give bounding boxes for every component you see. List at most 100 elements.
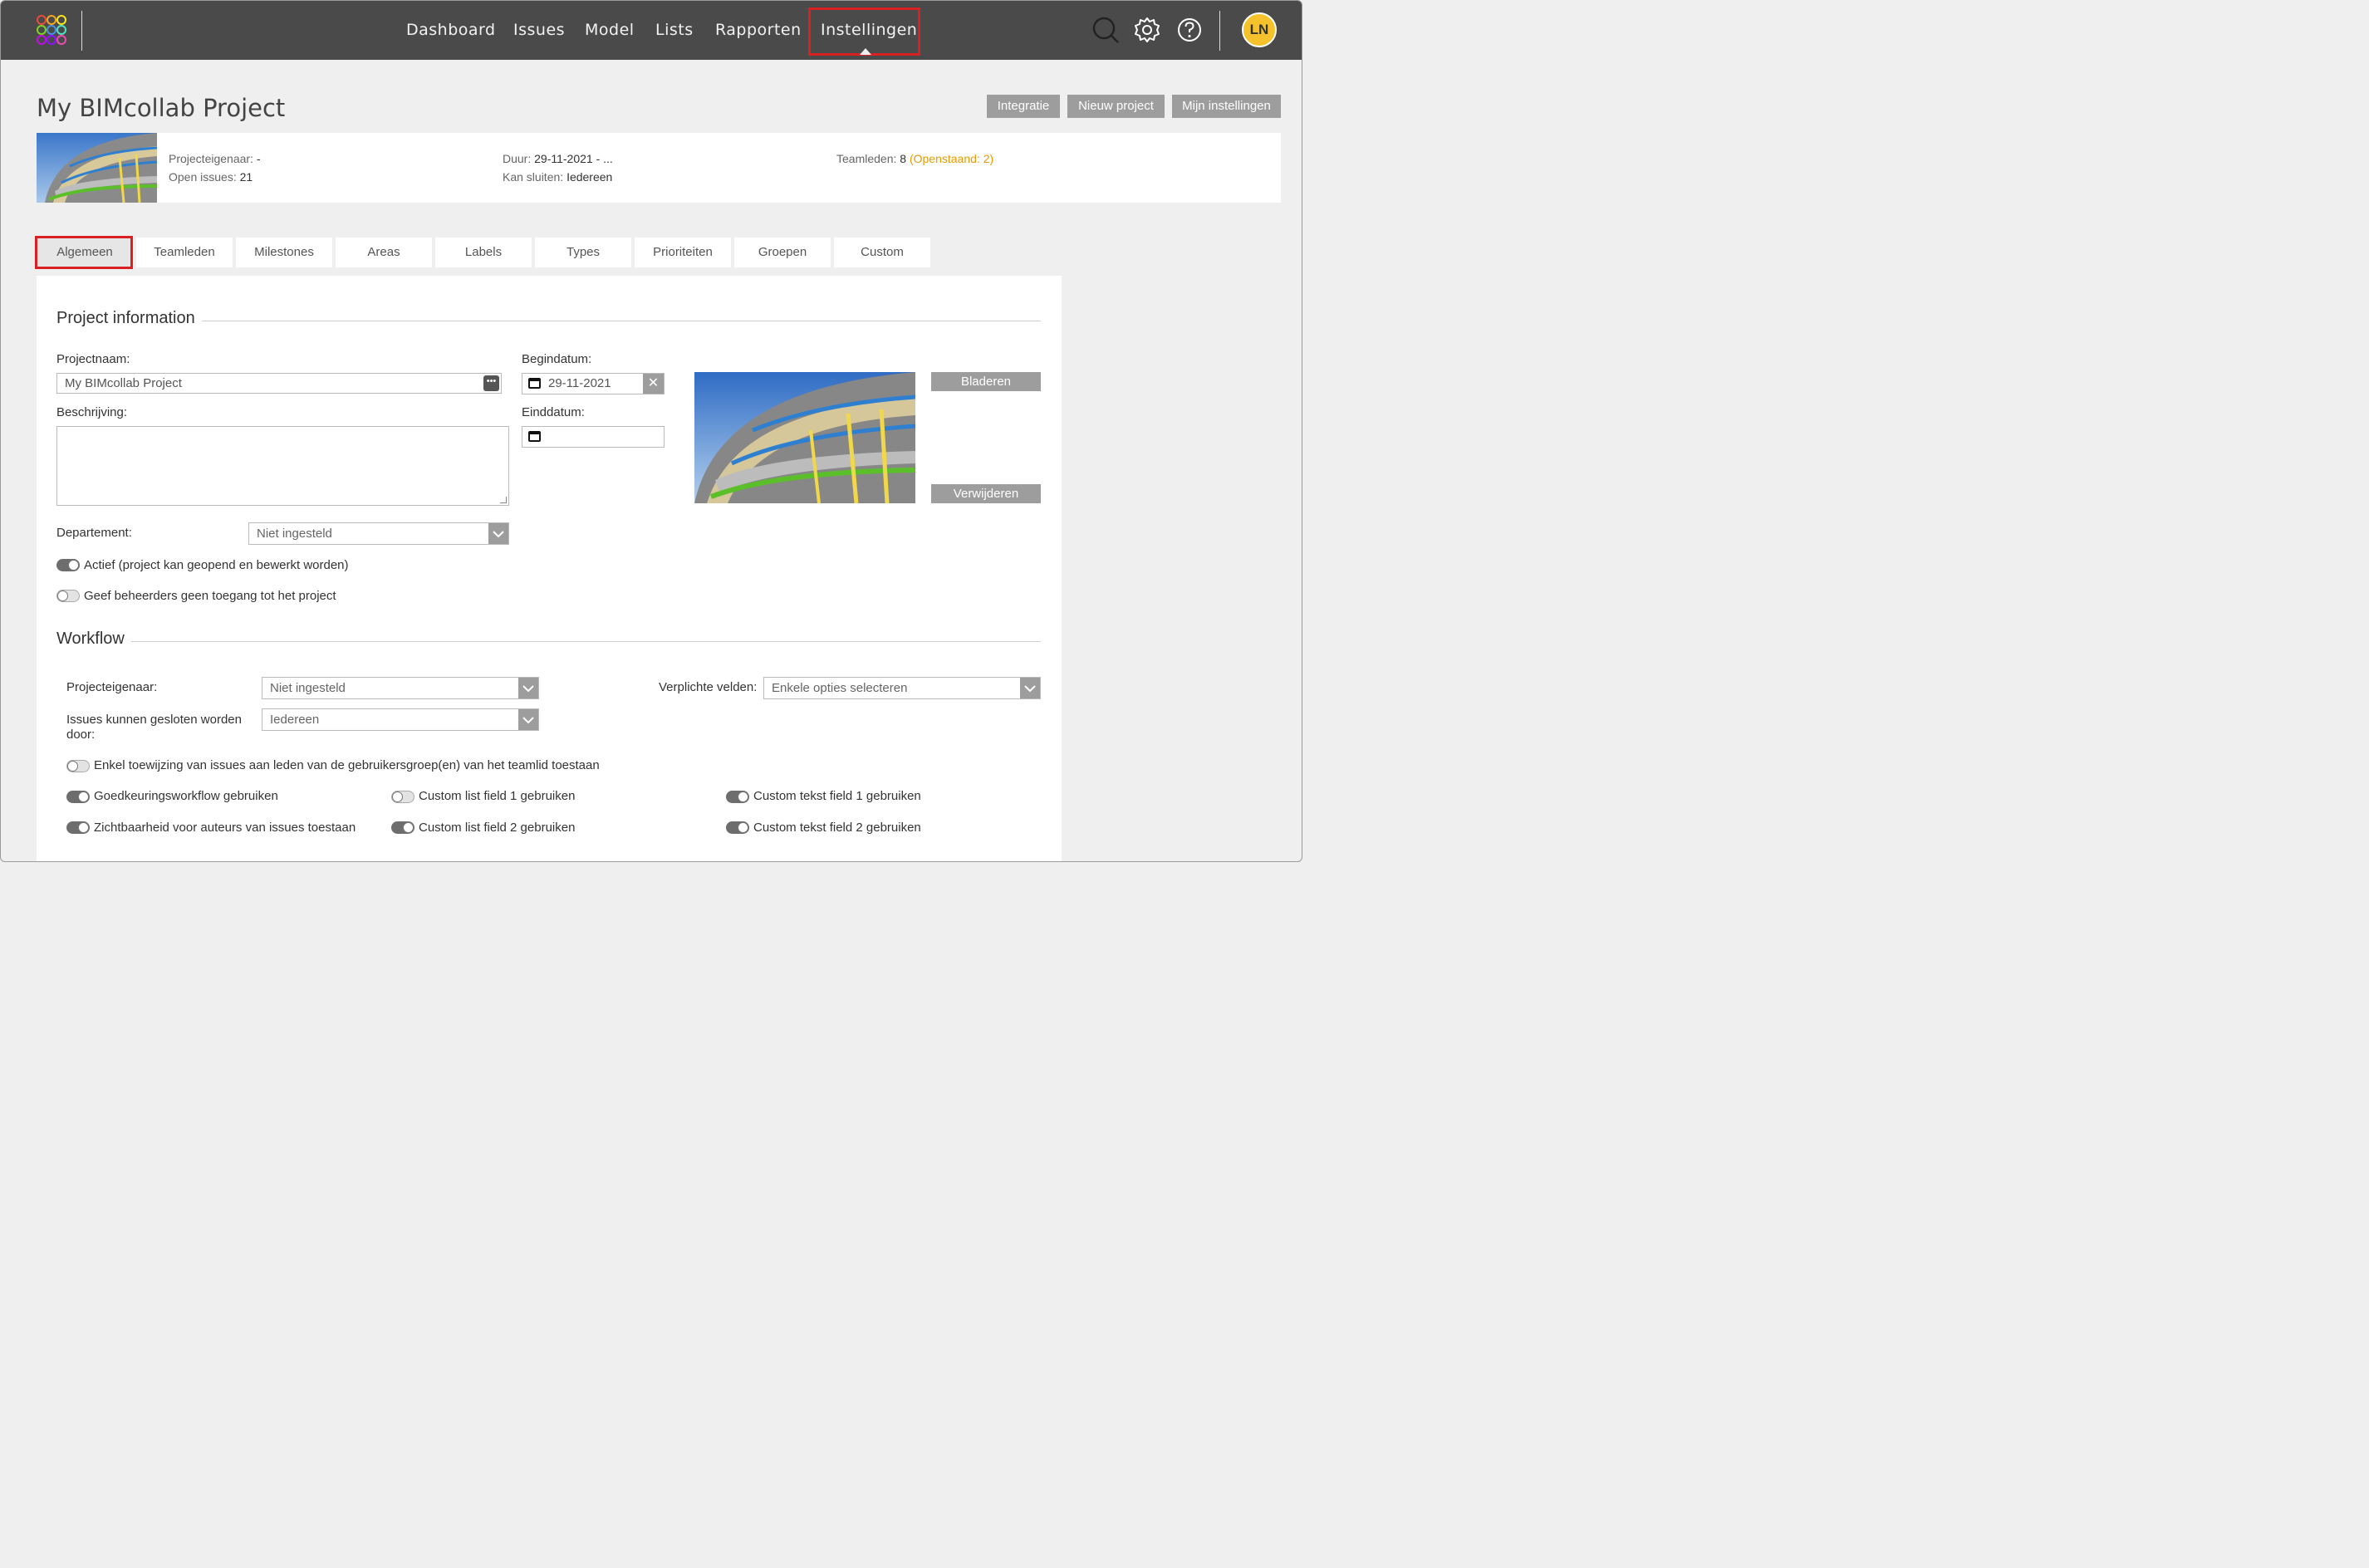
department-label: Departement: [56,526,132,540]
start-date-label: Begindatum: [522,352,592,366]
active-toggle[interactable] [56,559,80,571]
department-select[interactable]: Niet ingesteld [248,522,509,545]
mijn-instellingen-button[interactable]: Mijn instellingen [1172,95,1281,118]
custom-list-field-2-toggle[interactable] [391,821,414,834]
resize-handle[interactable] [500,497,507,503]
nav-lists[interactable]: Lists [655,1,694,60]
approval-workflow-toggle[interactable] [66,791,90,803]
description-field[interactable] [56,426,509,506]
project-name-value: My BIMcollab Project [65,376,182,390]
owner-value: - [256,152,261,165]
toggle-knob [78,791,89,802]
workflow-owner-label: Projecteigenaar: [66,680,158,694]
start-date-field[interactable]: 29-11-2021 ✕ [522,373,665,394]
chevron-down-icon[interactable] [518,678,538,698]
toggle-knob [67,761,78,772]
gear-icon[interactable] [1133,16,1161,44]
project-summary-card: Projecteigenaar: - Open issues: 21 Duur:… [37,133,1281,203]
chevron-down-icon[interactable] [488,523,508,544]
close-permission-value: Iedereen [270,713,320,727]
author-visibility-label: Zichtbaarheid voor auteurs van issues to… [94,821,356,835]
project-thumbnail [37,133,157,203]
custom-list-field-1-label: Custom list field 1 gebruiken [419,789,576,803]
divider [1219,11,1220,51]
tab-types[interactable]: Types [535,238,631,267]
toggle-knob [68,560,79,571]
owner-label: Projecteigenaar: [169,152,253,165]
tab-milestones[interactable]: Milestones [236,238,332,267]
required-fields-placeholder: Enkele opties selecteren [772,681,908,695]
nieuw-project-button[interactable]: Nieuw project [1067,95,1165,118]
author-visibility-toggle[interactable] [66,821,90,834]
end-date-label: Einddatum: [522,405,585,419]
tab-teamleden[interactable]: Teamleden [136,238,233,267]
custom-text-field-2-label: Custom tekst field 2 gebruiken [753,821,921,835]
description-label: Beschrijving: [56,405,128,419]
summary-duration: Duur: 29-11-2021 - ... Kan sluiten: Iede… [503,149,613,186]
chevron-down-icon[interactable] [518,709,538,730]
remove-image-button[interactable]: Verwijderen [931,484,1041,503]
duration-label: Duur: [503,152,532,165]
project-name-field[interactable]: My BIMcollab Project ••• [56,373,502,394]
integratie-button[interactable]: Integratie [987,95,1060,118]
tab-groepen[interactable]: Groepen [734,238,831,267]
nav-rapporten[interactable]: Rapporten [715,1,802,60]
chevron-down-icon[interactable] [1020,678,1040,698]
toggle-knob [738,791,748,802]
team-label: Teamleden: [836,152,897,165]
tab-custom[interactable]: Custom [834,238,930,267]
divider [81,11,82,51]
open-issues-label: Open issues: [169,170,237,184]
tab-labels[interactable]: Labels [435,238,532,267]
browse-button[interactable]: Bladeren [931,372,1041,391]
can-close-label: Kan sluiten: [503,170,564,184]
project-information-heading: Project information [56,309,202,328]
toggle-knob [403,822,414,833]
tab-prioriteiten[interactable]: Prioriteiten [635,238,731,267]
required-fields-select[interactable]: Enkele opties selecteren [763,677,1041,699]
department-value: Niet ingesteld [257,527,332,541]
tab-areas[interactable]: Areas [336,238,432,267]
close-permission-label: Issues kunnen gesloten worden door: [66,713,242,742]
custom-list-field-1-toggle[interactable] [391,791,414,803]
help-icon[interactable] [1175,16,1204,44]
workflow-owner-select[interactable]: Niet ingesteld [262,677,539,699]
end-date-field[interactable] [522,426,665,448]
toggle-knob [738,822,748,833]
close-permission-label-line1: Issues kunnen gesloten worden [66,713,242,727]
workflow-heading: Workflow [56,630,131,649]
no-admin-access-toggle[interactable] [56,590,80,602]
toggle-knob [57,590,68,601]
restrict-assignment-toggle[interactable] [66,760,90,772]
clear-date-button[interactable]: ✕ [643,374,664,394]
nav-dashboard[interactable]: Dashboard [406,1,496,60]
team-pending-link[interactable]: (Openstaand: 2) [910,152,993,165]
project-image [694,372,915,503]
custom-text-field-2-toggle[interactable] [726,821,749,834]
custom-text-field-1-toggle[interactable] [726,791,749,803]
search-icon[interactable] [1091,16,1120,44]
calendar-icon[interactable] [528,378,541,389]
calendar-icon[interactable] [528,431,541,442]
summary-owner-and-issues: Projecteigenaar: - Open issues: 21 [169,149,261,186]
bimcollab-logo[interactable] [36,14,67,46]
workflow-owner-value: Niet ingesteld [270,681,346,695]
project-name-label: Projectnaam: [56,352,130,366]
toggle-knob [392,791,403,802]
more-options-button[interactable]: ••• [483,375,499,391]
can-close-value: Iedereen [566,170,613,184]
user-avatar[interactable]: LN [1242,12,1277,47]
active-toggle-label: Actief (project kan geopend en bewerkt w… [84,558,349,572]
no-admin-access-label: Geef beheerders geen toegang tot het pro… [84,589,336,603]
nav-model[interactable]: Model [585,1,635,60]
open-issues-value: 21 [239,170,253,184]
highlight-box [35,236,133,269]
custom-list-field-2-label: Custom list field 2 gebruiken [419,821,576,835]
restrict-assignment-label: Enkel toewijzing van issues aan leden va… [94,758,600,772]
close-permission-select[interactable]: Iedereen [262,708,539,731]
close-permission-label-line2: door: [66,728,96,742]
nav-issues[interactable]: Issues [513,1,565,60]
top-navigation-bar: Dashboard Issues Model Lists Rapporten I… [1,1,1302,60]
start-date-value: 29-11-2021 [548,376,611,390]
active-nav-caret [860,48,871,55]
